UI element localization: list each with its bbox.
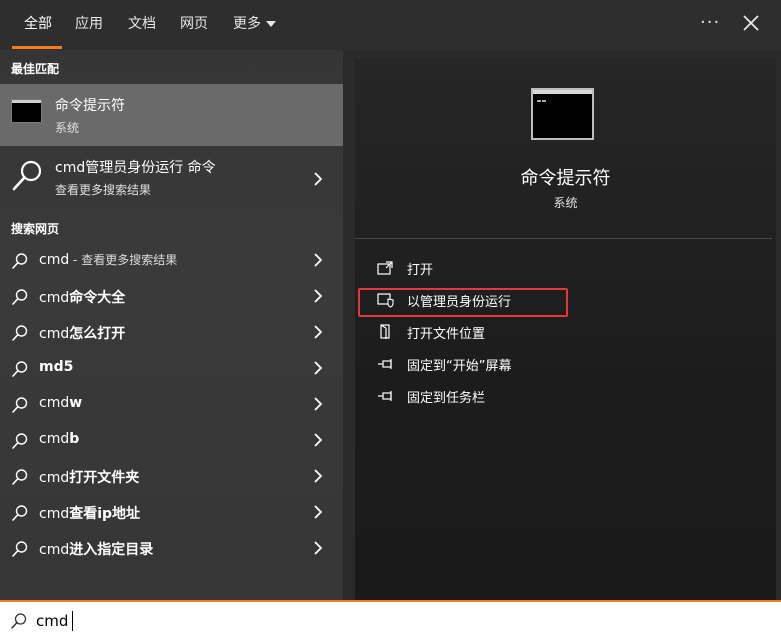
search-icon: [12, 253, 28, 269]
search-icon: [12, 160, 42, 191]
more-results-sub: 查看更多搜索结果: [55, 183, 152, 197]
web-result-item[interactable]: cmd命令大全: [0, 278, 343, 314]
command-prompt-icon: [531, 88, 594, 140]
web-result-item[interactable]: cmd查看ip地址: [0, 494, 343, 530]
web-result-label: cmd - 查看更多搜索结果: [39, 251, 177, 268]
action-label: 固定到任务栏: [407, 391, 486, 406]
query-prefix: cmd: [39, 395, 70, 411]
more-options-icon[interactable]: ···: [700, 12, 720, 33]
web-result-label: cmdb: [39, 431, 79, 447]
best-match-name: 命令提示符: [55, 98, 125, 114]
open-icon: [377, 261, 393, 275]
divider: [355, 238, 772, 239]
preview-subtitle: 系统: [553, 196, 578, 210]
pin-icon: [378, 359, 392, 369]
tab-web[interactable]: 网页: [180, 14, 208, 34]
web-result-item[interactable]: cmd怎么打开: [0, 314, 343, 350]
chevron-right-icon[interactable]: [313, 541, 323, 555]
query-prefix: cmd: [39, 290, 70, 306]
action-pin-to-start[interactable]: 固定到“开始”屏幕: [355, 350, 776, 378]
search-icon: [12, 361, 28, 377]
query-prefix: cmd: [39, 470, 70, 486]
more-results-name: cmd管理员身份运行 命令: [55, 160, 216, 176]
chevron-down-icon: [266, 21, 276, 27]
search-icon: [12, 505, 28, 521]
more-results-item[interactable]: cmd管理员身份运行 命令 查看更多搜索结果: [0, 148, 343, 210]
query-suggestion: 怎么打开: [69, 326, 126, 342]
action-label: 打开: [407, 263, 434, 278]
search-tabs-bar: 全部 应用 文档 网页 更多 ···: [0, 0, 781, 50]
chevron-right-icon[interactable]: [313, 505, 323, 519]
text-cursor: [72, 611, 73, 631]
web-result-label: cmd怎么打开: [39, 323, 125, 343]
web-result-label: cmd打开文件夹: [39, 467, 139, 487]
results-pane: 最佳匹配 命令提示符 系统 cmd管理员身份运行 命令 查看更多搜索结果 搜索网…: [0, 50, 343, 600]
search-input[interactable]: [36, 610, 736, 632]
web-result-item[interactable]: cmdw: [0, 386, 343, 422]
action-open[interactable]: 打开: [355, 254, 776, 282]
chevron-right-icon[interactable]: [313, 172, 323, 186]
search-bar[interactable]: [0, 600, 781, 640]
chevron-right-icon[interactable]: [313, 469, 323, 483]
search-icon: [12, 289, 28, 305]
chevron-right-icon[interactable]: [313, 289, 323, 303]
web-result-label: cmd查看ip地址: [39, 503, 140, 523]
web-result-item[interactable]: cmd进入指定目录: [0, 530, 343, 566]
tab-documents[interactable]: 文档: [128, 14, 156, 34]
action-open-file-location[interactable]: 打开文件位置: [355, 318, 776, 346]
query-suggestion: b: [69, 431, 80, 447]
query-prefix: cmd: [39, 326, 70, 342]
chevron-right-icon[interactable]: [313, 361, 323, 375]
query-suggestion: 打开文件夹: [69, 470, 140, 486]
preview-title: 命令提示符: [520, 168, 611, 189]
query-suggestion: 进入指定目录: [69, 542, 154, 558]
web-result-label: cmdw: [39, 395, 82, 411]
chevron-right-icon[interactable]: [313, 325, 323, 339]
pin-icon: [378, 391, 392, 401]
web-result-label: md5: [39, 359, 73, 375]
search-icon: [12, 541, 28, 557]
search-icon: [12, 397, 28, 413]
query-suggestion: 查看ip地址: [69, 506, 141, 522]
tab-all[interactable]: 全部: [24, 14, 52, 34]
preview-pane: 命令提示符 系统 打开 以管理员身份运行 打开文件位置 固定到“开始”屏幕 固定…: [355, 58, 776, 600]
command-prompt-icon: [11, 99, 42, 123]
search-icon: [12, 325, 28, 341]
search-icon: [12, 433, 28, 449]
action-pin-to-taskbar[interactable]: 固定到任务栏: [355, 382, 776, 410]
web-result-item[interactable]: cmdb: [0, 422, 343, 458]
file-location-icon: [380, 324, 390, 339]
query-hint: - 查看更多搜索结果: [69, 253, 178, 267]
query-suggestion: w: [69, 395, 83, 411]
best-match-type: 系统: [55, 121, 80, 135]
best-match-item[interactable]: 命令提示符 系统: [0, 84, 343, 146]
search-icon: [11, 613, 27, 629]
web-result-item[interactable]: cmd - 查看更多搜索结果: [0, 242, 343, 278]
web-result-item[interactable]: cmd打开文件夹: [0, 458, 343, 494]
search-icon: [12, 469, 28, 485]
tab-more-label: 更多: [233, 16, 261, 32]
web-result-item[interactable]: md5: [0, 350, 343, 386]
chevron-right-icon[interactable]: [313, 433, 323, 447]
active-tab-indicator: [12, 46, 62, 49]
best-match-heading: 最佳匹配: [11, 62, 60, 76]
tab-more[interactable]: 更多: [233, 14, 276, 34]
query-prefix: cmd: [39, 542, 70, 558]
web-result-label: cmd进入指定目录: [39, 539, 153, 559]
action-label: 打开文件位置: [407, 327, 486, 342]
query-prefix: cmd: [39, 431, 70, 447]
close-icon[interactable]: [740, 12, 762, 34]
query-prefix: cmd: [39, 506, 70, 522]
action-label: 固定到“开始”屏幕: [407, 359, 512, 374]
query-prefix: cmd: [39, 252, 70, 268]
web-result-label: cmd命令大全: [39, 287, 125, 307]
query-suggestion: 命令大全: [69, 290, 126, 306]
tab-apps[interactable]: 应用: [75, 14, 103, 34]
query-suggestion: md5: [39, 359, 74, 375]
search-web-heading: 搜索网页: [11, 222, 60, 236]
chevron-right-icon[interactable]: [313, 397, 323, 411]
chevron-right-icon[interactable]: [313, 253, 323, 267]
highlight-box: [358, 288, 568, 317]
